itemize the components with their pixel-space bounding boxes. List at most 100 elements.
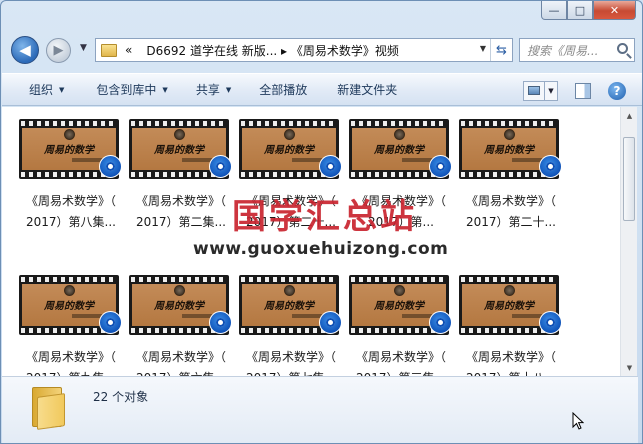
file-name-line2: 2017）第九集... bbox=[15, 368, 127, 376]
file-name-line1: 《周易术数学》（ bbox=[25, 350, 116, 364]
chevron-down-icon: ▼ bbox=[548, 86, 554, 95]
film-perforation bbox=[461, 277, 557, 282]
chevron-down-icon: ▼ bbox=[225, 85, 232, 94]
media-player-icon bbox=[99, 311, 122, 334]
file-name-line1: 《周易术数学》（ bbox=[25, 194, 116, 208]
thumbnail-title: 周易的数学 bbox=[374, 145, 424, 156]
emblem-icon bbox=[174, 285, 185, 296]
share-button[interactable]: 共享 ▼ bbox=[196, 73, 231, 106]
details-pane: 22 个对象 bbox=[2, 376, 638, 443]
include-library-label: 包含到库中 bbox=[96, 83, 157, 97]
thumbnail-title: 周易的数学 bbox=[264, 301, 314, 312]
media-player-icon bbox=[99, 155, 122, 178]
thumbnail-title: 周易的数学 bbox=[44, 145, 94, 156]
emblem-icon bbox=[64, 285, 75, 296]
file-list[interactable]: 周易的数学《周易术数学》（2017）第十八...周易的数学《周易术数学》（201… bbox=[2, 107, 620, 376]
media-player-icon bbox=[429, 155, 452, 178]
scroll-down-icon[interactable]: ▼ bbox=[621, 359, 638, 376]
film-perforation bbox=[21, 277, 117, 282]
recent-pages-button[interactable]: ▼ bbox=[80, 43, 87, 53]
address-prefix[interactable]: « bbox=[125, 43, 132, 57]
file-name[interactable]: 《周易术数学》（ 2017）第三集... bbox=[345, 347, 457, 376]
emblem-icon bbox=[394, 129, 405, 140]
search-box[interactable]: 搜索《周易... bbox=[519, 38, 635, 62]
emblem-icon bbox=[504, 285, 515, 296]
file-name[interactable]: 《周易术数学》（ 2017）第二十... bbox=[455, 191, 567, 233]
play-all-button[interactable]: 全部播放 bbox=[259, 73, 307, 106]
file-name-line1: 《周易术数学》（ bbox=[135, 194, 226, 208]
caption-buttons: — □ ✕ bbox=[541, 1, 636, 20]
emblem-icon bbox=[394, 285, 405, 296]
film-perforation bbox=[241, 277, 337, 282]
forward-button[interactable]: ▶ bbox=[46, 38, 71, 63]
new-folder-button[interactable]: 新建文件夹 bbox=[337, 73, 397, 106]
emblem-icon bbox=[174, 129, 185, 140]
media-player-icon bbox=[429, 311, 452, 334]
arrow-right-icon: ▶ bbox=[53, 43, 64, 58]
share-label: 共享 bbox=[195, 83, 220, 97]
thumbnail-title: 周易的数学 bbox=[154, 145, 204, 156]
file-name-line1: 《周易术数学》（ bbox=[245, 350, 336, 364]
file-name[interactable]: 《周易术数学》（ 2017）第七集... bbox=[235, 347, 347, 376]
minimize-button[interactable]: — bbox=[541, 1, 567, 20]
file-name[interactable]: 《周易术数学》（ 2017）第九集... bbox=[15, 347, 127, 376]
vertical-scrollbar[interactable]: ▲ ▼ bbox=[620, 107, 637, 376]
media-player-icon bbox=[539, 155, 562, 178]
emblem-icon bbox=[284, 285, 295, 296]
command-bar: 组织 ▼ 包含到库中 ▼ 共享 ▼ 全部播放 新建文件夹 ▼ ? bbox=[2, 73, 642, 106]
emblem-icon bbox=[64, 129, 75, 140]
scrollbar-thumb[interactable] bbox=[623, 137, 635, 221]
film-perforation bbox=[351, 277, 447, 282]
folder-icon bbox=[101, 43, 117, 57]
file-name-line1: 《周易术数学》（ bbox=[465, 194, 556, 208]
file-name[interactable]: 《周易术数学》（ 2017）第六集... bbox=[125, 347, 237, 376]
back-button[interactable]: ◀ bbox=[11, 36, 39, 64]
file-name-line2: 2017）第十八... bbox=[455, 368, 567, 376]
chevron-down-icon: ▼ bbox=[162, 85, 168, 94]
item-count: 22 个对象 bbox=[93, 390, 149, 404]
change-view-button[interactable] bbox=[523, 80, 545, 101]
view-icon bbox=[528, 86, 540, 95]
media-player-icon bbox=[209, 155, 232, 178]
media-player-icon bbox=[319, 155, 342, 178]
file-name[interactable]: 《周易术数学》（ 2017）第十八... bbox=[455, 347, 567, 376]
view-dropdown-button[interactable]: ▼ bbox=[545, 80, 558, 101]
navigation-bar: ◀ ▶ ▼ « D6692 道学在线 新版... ▸ 《周易术数学》视频 ▼ ⇆… bbox=[1, 33, 642, 65]
thumbnail-title: 周易的数学 bbox=[374, 301, 424, 312]
help-icon: ? bbox=[613, 83, 621, 98]
organize-label: 组织 bbox=[29, 83, 54, 97]
file-name-line2: 2017）第六集... bbox=[125, 368, 237, 376]
watermark-url: www.guoxuehuizong.com bbox=[193, 239, 449, 259]
file-name[interactable]: 《周易术数学》（ 2017）第二集... bbox=[125, 191, 237, 233]
help-button[interactable]: ? bbox=[608, 81, 626, 100]
refresh-icon: ⇆ bbox=[496, 42, 507, 58]
chevron-down-icon: ▼ bbox=[59, 85, 65, 94]
new-folder-label: 新建文件夹 bbox=[337, 83, 398, 97]
include-in-library-button[interactable]: 包含到库中 ▼ bbox=[96, 73, 167, 106]
folder-icon bbox=[32, 385, 66, 430]
refresh-button[interactable]: ⇆ bbox=[490, 39, 512, 61]
thumbnail-title: 周易的数学 bbox=[484, 145, 534, 156]
explorer-window: — □ ✕ ◀ ▶ ▼ « D6692 道学在线 新版... ▸ 《周易术数学》… bbox=[0, 0, 643, 444]
file-name-line2: 2017）第二集... bbox=[136, 215, 226, 229]
maximize-button[interactable]: □ bbox=[567, 1, 593, 20]
organize-button[interactable]: 组织 ▼ bbox=[29, 73, 64, 106]
media-player-icon bbox=[539, 311, 562, 334]
file-name-line2: 2017）第二十... bbox=[466, 215, 556, 229]
search-icon[interactable] bbox=[617, 43, 628, 54]
chevron-down-icon: ▼ bbox=[80, 43, 87, 53]
file-name-line2: 2017）第八集... bbox=[26, 215, 116, 229]
address-bar[interactable]: « D6692 道学在线 新版... ▸ 《周易术数学》视频 ▼ ⇆ bbox=[95, 38, 513, 62]
file-name-line2: 2017）第七集... bbox=[235, 368, 347, 376]
address-dropdown-icon[interactable]: ▼ bbox=[480, 44, 486, 53]
file-name-line2: 2017）第三集... bbox=[345, 368, 457, 376]
thumbnail-title: 周易的数学 bbox=[484, 301, 534, 312]
close-button[interactable]: ✕ bbox=[593, 1, 636, 20]
address-path[interactable]: D6692 道学在线 新版... ▸ 《周易术数学》视频 bbox=[146, 42, 399, 59]
film-perforation bbox=[21, 121, 117, 126]
file-name[interactable]: 《周易术数学》（ 2017）第八集... bbox=[15, 191, 127, 233]
file-name-line1: 《周易术数学》（ bbox=[135, 350, 226, 364]
search-input[interactable]: 搜索《周易... bbox=[527, 42, 611, 59]
preview-pane-button[interactable] bbox=[575, 82, 591, 99]
scroll-up-icon[interactable]: ▲ bbox=[621, 107, 638, 124]
